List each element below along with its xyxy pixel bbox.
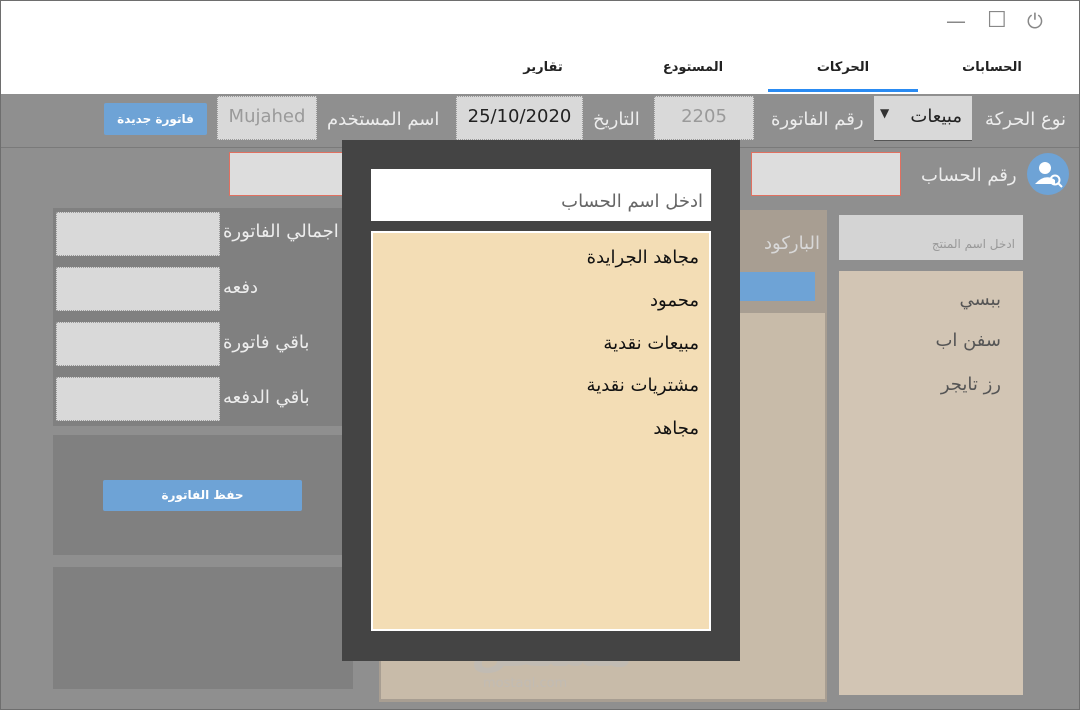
username-label: اسم المستخدم bbox=[327, 109, 440, 130]
remaining-invoice-label: باقي فاتورة bbox=[223, 332, 310, 353]
user-search-icon[interactable] bbox=[1027, 153, 1069, 195]
tab-reports[interactable]: تقارير bbox=[468, 60, 618, 92]
account-list-item[interactable]: مجاهد bbox=[653, 418, 699, 439]
account-list-item[interactable]: مشتريات نقدية bbox=[587, 375, 699, 396]
product-item[interactable]: سفن اب bbox=[935, 330, 1001, 351]
remaining-payment-field[interactable] bbox=[56, 377, 220, 421]
app-window: — ☐ ⏻ الحسابات الحركات المستودع تقارير ن… bbox=[0, 0, 1080, 710]
account-number-label: رقم الحساب bbox=[921, 165, 1017, 186]
tab-warehouse[interactable]: المستودع bbox=[618, 60, 768, 92]
barcode-button[interactable] bbox=[738, 272, 815, 301]
date-label: التاريخ bbox=[593, 109, 640, 130]
account-list-item[interactable]: مبيعات نقدية bbox=[603, 333, 699, 354]
remaining-invoice-field[interactable] bbox=[56, 322, 220, 366]
invoice-total-label: اجمالي الفاتورة bbox=[223, 221, 339, 242]
account-name-field[interactable] bbox=[229, 152, 349, 196]
payment-field[interactable] bbox=[56, 267, 220, 311]
new-invoice-button[interactable]: فاتورة جديدة bbox=[104, 103, 207, 135]
account-search-input[interactable]: ادخل اسم الحساب bbox=[371, 169, 711, 221]
active-tab-indicator bbox=[768, 89, 918, 92]
invoice-total-field[interactable] bbox=[56, 212, 220, 256]
tab-accounts[interactable]: الحسابات bbox=[917, 60, 1067, 92]
barcode-label: الباركود bbox=[764, 233, 820, 254]
power-icon[interactable]: ⏻ bbox=[1027, 9, 1043, 33]
movement-type-select[interactable]: ▼ مبيعات bbox=[874, 96, 972, 141]
minimize-icon[interactable]: — bbox=[946, 9, 966, 33]
bottom-left-panel bbox=[53, 567, 353, 689]
top-bar: — ☐ ⏻ الحسابات الحركات المستودع تقارير bbox=[1, 1, 1079, 94]
payment-label: دفعه bbox=[223, 277, 258, 298]
invoice-number-field[interactable]: 2205 bbox=[654, 96, 754, 140]
maximize-icon[interactable]: ☐ bbox=[987, 8, 1007, 33]
product-search-input[interactable]: ادخل اسم المنتج bbox=[839, 215, 1023, 260]
account-search-placeholder: ادخل اسم الحساب bbox=[561, 191, 703, 212]
movement-type-label: نوع الحركة bbox=[985, 109, 1067, 130]
product-list: ببسي سفن اب رز تايجر bbox=[839, 271, 1023, 695]
account-picker-dialog: ادخل اسم الحساب مجاهد الجرايدة محمود مبي… bbox=[342, 140, 740, 661]
account-number-field[interactable] bbox=[751, 152, 901, 196]
tab-movements[interactable]: الحركات bbox=[768, 60, 918, 92]
chevron-down-icon: ▼ bbox=[880, 106, 890, 120]
movement-type-value: مبيعات bbox=[910, 106, 962, 127]
account-list-item[interactable]: محمود bbox=[650, 290, 699, 311]
account-list: مجاهد الجرايدة محمود مبيعات نقدية مشتريا… bbox=[371, 231, 711, 631]
username-field[interactable]: Mujahed bbox=[217, 96, 317, 140]
watermark-sub: mostaql.com bbox=[483, 676, 568, 691]
product-search-placeholder: ادخل اسم المنتج bbox=[931, 237, 1015, 251]
product-item[interactable]: ببسي bbox=[959, 289, 1001, 310]
account-list-item[interactable]: مجاهد الجرايدة bbox=[587, 247, 699, 268]
remaining-payment-label: باقي الدفعه bbox=[223, 387, 310, 408]
invoice-number-label: رقم الفاتورة bbox=[771, 109, 864, 130]
date-field[interactable]: 25/10/2020 bbox=[456, 96, 583, 140]
save-invoice-button[interactable]: حفظ الفاتورة bbox=[103, 480, 302, 511]
product-item[interactable]: رز تايجر bbox=[941, 374, 1001, 395]
